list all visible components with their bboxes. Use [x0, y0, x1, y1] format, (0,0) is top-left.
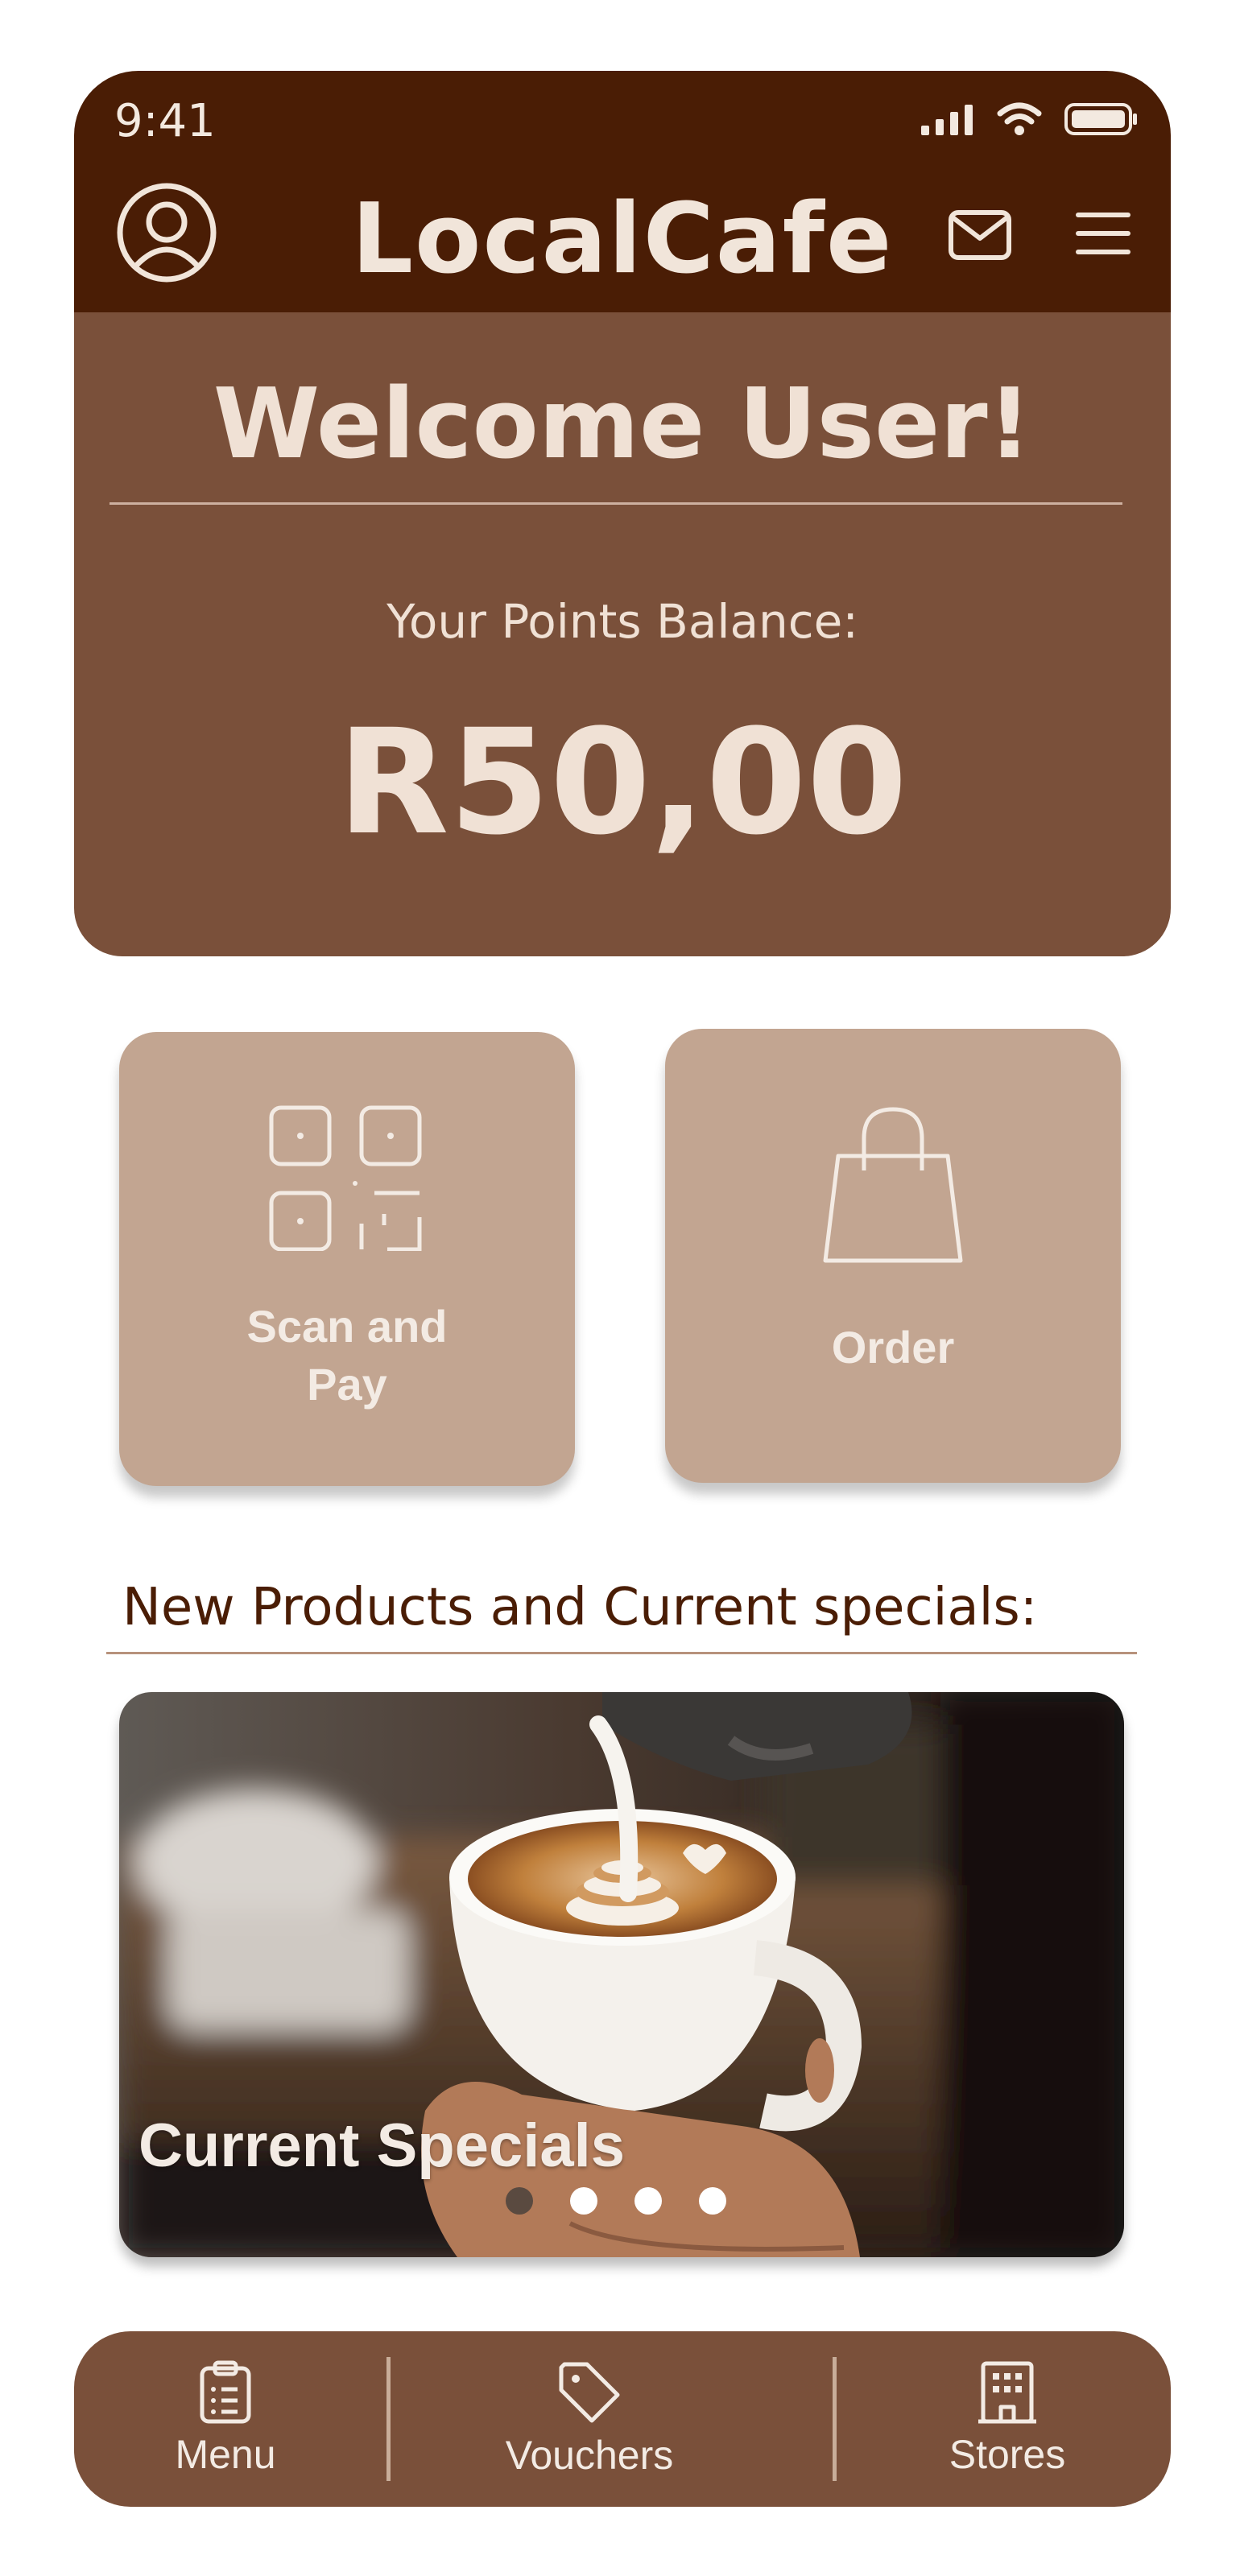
specials-carousel[interactable]: Current Specials [119, 1692, 1124, 2257]
building-icon [978, 2361, 1036, 2424]
specials-section-title: New Products and Current specials: [122, 1578, 1038, 1637]
tag-icon [559, 2362, 620, 2423]
wifi-icon [997, 102, 1042, 135]
nav-stores-label: Stores [949, 2432, 1066, 2477]
hamburger-icon [1076, 213, 1130, 254]
carousel-dot[interactable] [699, 2187, 726, 2215]
nav-menu[interactable]: Menu [147, 2331, 304, 2507]
carousel-dot-active[interactable] [506, 2187, 533, 2215]
qr-code-icon [269, 1105, 422, 1251]
points-label: Your Points Balance: [386, 594, 858, 649]
nav-menu-label: Menu [175, 2432, 276, 2477]
bottom-nav: Menu Vouchers Stores [74, 2331, 1171, 2507]
carousel-dot[interactable] [634, 2187, 662, 2215]
status-time: 9:41 [114, 95, 216, 147]
welcome-title: Welcome User! [213, 369, 1032, 481]
scan-and-pay-button[interactable]: Scan and Pay [119, 1032, 575, 1486]
order-button[interactable]: Order [665, 1029, 1121, 1483]
shopping-bag-icon [823, 1107, 963, 1263]
app-header: 9:41 LocalCafe [74, 71, 1171, 312]
signal-icon [921, 105, 973, 135]
welcome-card: Welcome User! Your Points Balance: R50,0… [74, 312, 1171, 956]
specials-caption: Current Specials [138, 2112, 625, 2180]
nav-vouchers-label: Vouchers [505, 2433, 674, 2478]
specials-divider [106, 1652, 1137, 1654]
nav-stores[interactable]: Stores [923, 2331, 1092, 2507]
welcome-divider [110, 502, 1122, 505]
points-value: R50,00 [337, 699, 907, 867]
carousel-indicator [506, 2187, 726, 2215]
mail-icon [949, 210, 1011, 260]
nav-separator [833, 2357, 837, 2481]
clipboard-icon [200, 2360, 251, 2424]
battery-icon [1064, 103, 1137, 135]
carousel-dot[interactable] [570, 2187, 597, 2215]
scan-and-pay-label: Scan and Pay [246, 1301, 448, 1410]
menu-toggle-button[interactable] [1073, 209, 1134, 258]
order-label: Order [831, 1322, 955, 1373]
status-icons [921, 101, 1139, 137]
nav-separator [386, 2357, 391, 2481]
messages-button[interactable] [948, 208, 1012, 262]
nav-vouchers[interactable]: Vouchers [493, 2331, 686, 2507]
